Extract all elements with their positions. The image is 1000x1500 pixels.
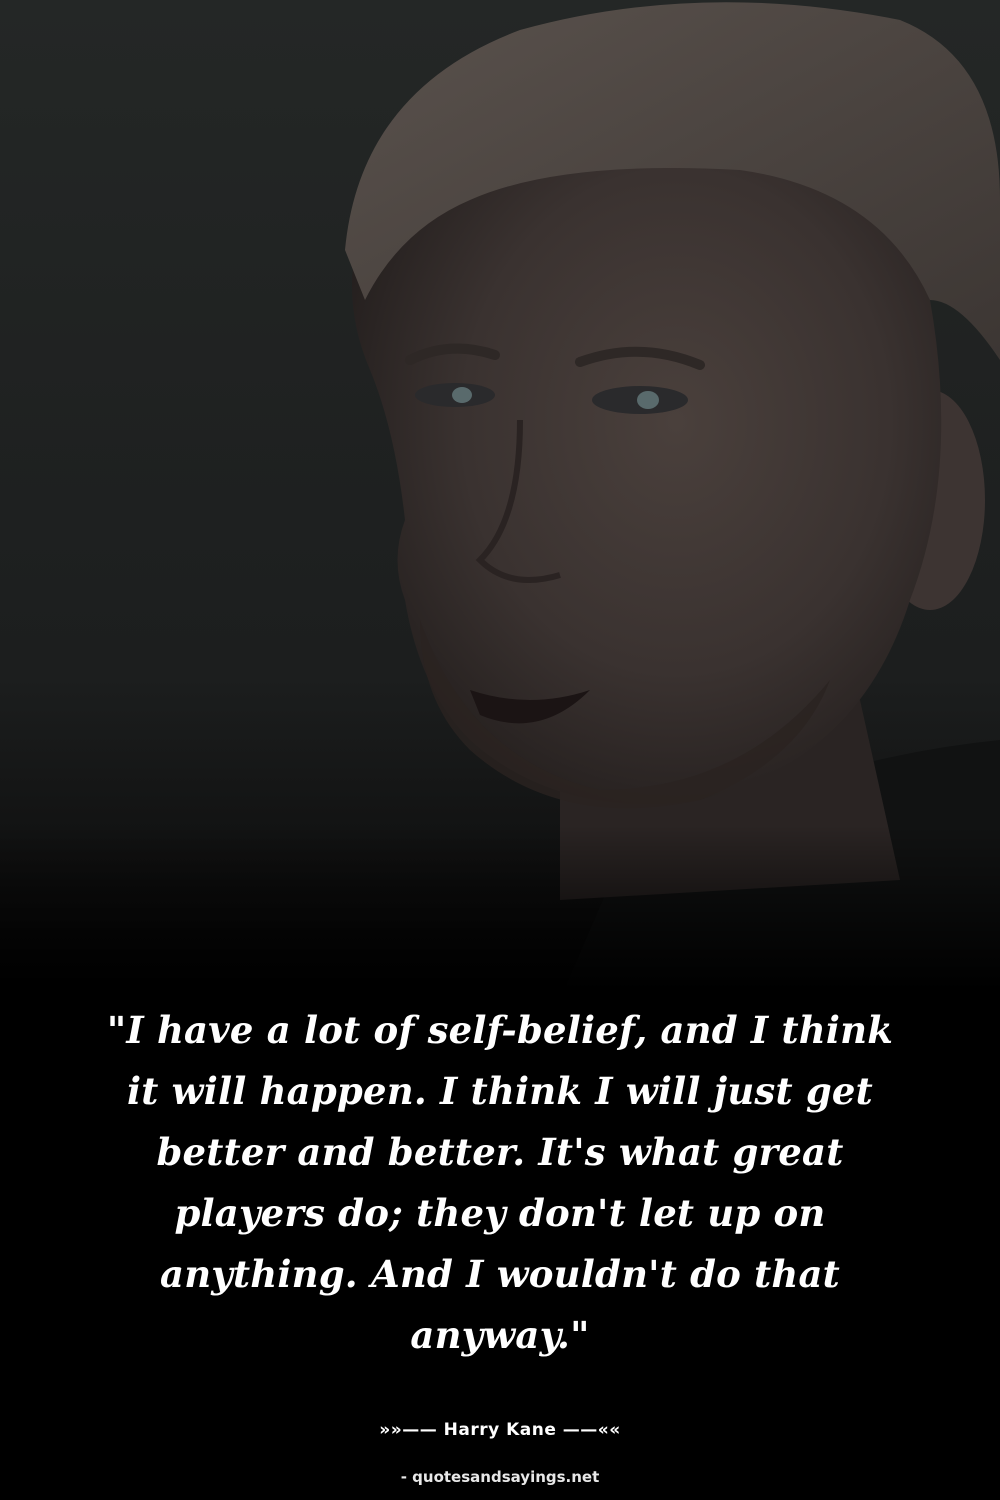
author-line: »»—— Harry Kane ——«« <box>379 1420 621 1440</box>
quote-block: "I have a lot of self-belief, and I thin… <box>100 1000 900 1366</box>
quote-poster: "I have a lot of self-belief, and I thin… <box>0 0 1000 1500</box>
site-watermark: - quotesandsayings.net <box>400 1468 600 1486</box>
quote-text: "I have a lot of self-belief, and I thin… <box>106 1008 894 1357</box>
